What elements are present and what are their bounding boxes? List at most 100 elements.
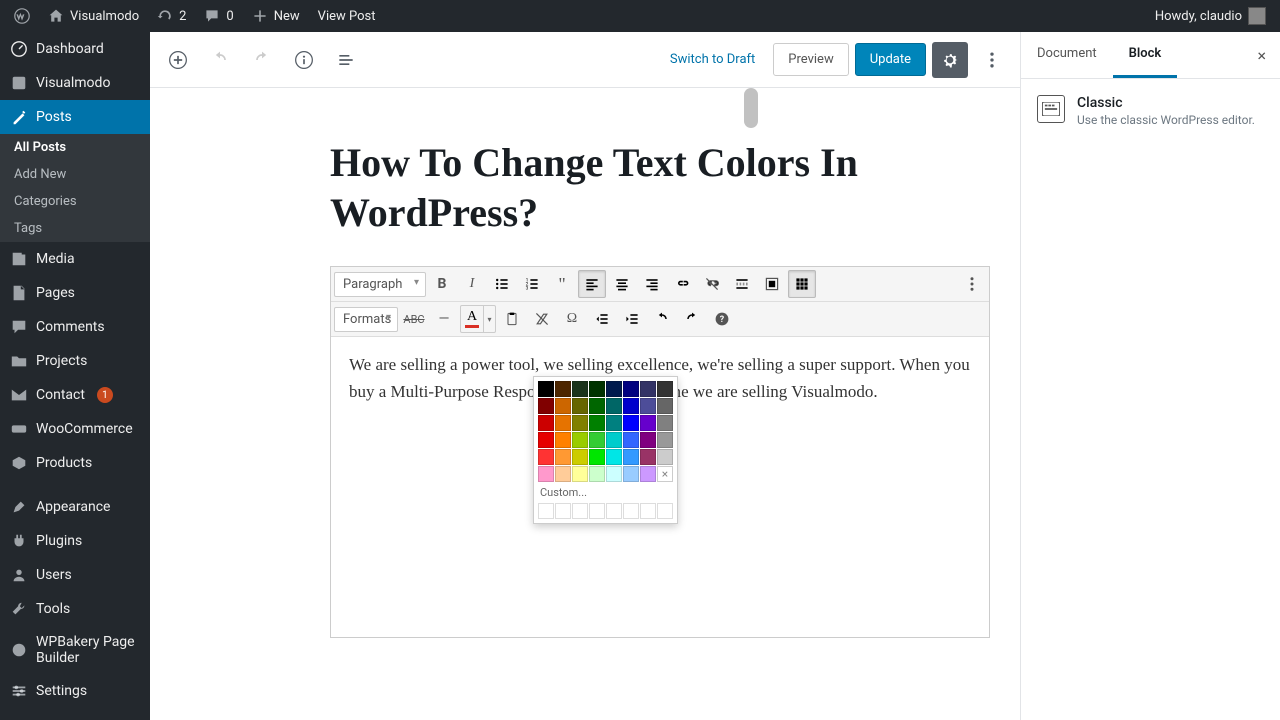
preview-button[interactable]: Preview xyxy=(773,43,848,76)
color-swatch[interactable] xyxy=(538,466,554,482)
link-button[interactable] xyxy=(668,270,696,298)
align-center-button[interactable] xyxy=(608,270,636,298)
custom-color-button[interactable]: Custom... xyxy=(538,482,673,503)
help-button[interactable]: ? xyxy=(708,305,736,333)
color-swatch[interactable] xyxy=(657,398,673,414)
outdent-button[interactable] xyxy=(588,305,616,333)
color-swatch[interactable] xyxy=(606,466,622,482)
color-swatch[interactable] xyxy=(640,449,656,465)
italic-button[interactable]: I xyxy=(458,270,486,298)
strikethrough-button[interactable]: ABC xyxy=(400,305,428,333)
menu-contact[interactable]: Contact1 xyxy=(0,378,150,412)
indent-button[interactable] xyxy=(618,305,646,333)
menu-pages[interactable]: Pages xyxy=(0,276,150,310)
readmore-button[interactable] xyxy=(728,270,756,298)
color-swatch[interactable] xyxy=(623,449,639,465)
settings-toggle[interactable] xyxy=(932,42,968,78)
submenu-categories[interactable]: Categories xyxy=(0,188,150,215)
color-swatch[interactable] xyxy=(572,415,588,431)
recent-slot[interactable] xyxy=(606,503,622,519)
recent-slot[interactable] xyxy=(623,503,639,519)
color-swatch[interactable] xyxy=(640,381,656,397)
recent-slot[interactable] xyxy=(538,503,554,519)
blockquote-button[interactable]: " xyxy=(548,270,576,298)
recent-slot[interactable] xyxy=(572,503,588,519)
color-swatch[interactable] xyxy=(657,449,673,465)
updates[interactable]: 2 xyxy=(149,0,194,32)
special-char-button[interactable]: Ω xyxy=(558,305,586,333)
unlink-button[interactable] xyxy=(698,270,726,298)
menu-users[interactable]: Users xyxy=(0,558,150,592)
menu-tools[interactable]: Tools xyxy=(0,592,150,626)
color-swatch[interactable] xyxy=(572,466,588,482)
recent-slot[interactable] xyxy=(657,503,673,519)
color-swatch[interactable] xyxy=(623,398,639,414)
toolbar-toggle-button[interactable] xyxy=(788,270,816,298)
paragraph-select[interactable]: Paragraph xyxy=(334,272,426,297)
color-swatch[interactable] xyxy=(623,466,639,482)
align-right-button[interactable] xyxy=(638,270,666,298)
my-account[interactable]: Howdy, claudio xyxy=(1147,0,1274,32)
color-swatch[interactable] xyxy=(555,432,571,448)
menu-woocommerce[interactable]: WooCommerce xyxy=(0,412,150,446)
submenu-all-posts[interactable]: All Posts xyxy=(0,134,150,161)
color-swatch[interactable] xyxy=(538,398,554,414)
view-post[interactable]: View Post xyxy=(310,0,384,32)
color-swatch[interactable] xyxy=(572,398,588,414)
color-swatch[interactable] xyxy=(589,449,605,465)
outline-button[interactable] xyxy=(328,42,364,78)
paste-button[interactable] xyxy=(498,305,526,333)
recent-slot[interactable] xyxy=(589,503,605,519)
formats-select[interactable]: Formats xyxy=(334,307,398,332)
color-swatch[interactable] xyxy=(555,466,571,482)
fullscreen-button[interactable] xyxy=(758,270,786,298)
menu-comments[interactable]: Comments xyxy=(0,310,150,344)
color-swatch[interactable] xyxy=(640,398,656,414)
color-swatch[interactable] xyxy=(572,381,588,397)
add-block-button[interactable] xyxy=(160,42,196,78)
text-color-dropdown[interactable]: ▾ xyxy=(483,306,495,332)
color-swatch[interactable] xyxy=(555,398,571,414)
bullet-list-button[interactable] xyxy=(488,270,516,298)
bold-button[interactable]: B xyxy=(428,270,456,298)
color-swatch[interactable] xyxy=(538,432,554,448)
color-swatch[interactable] xyxy=(640,466,656,482)
submenu-tags[interactable]: Tags xyxy=(0,215,150,242)
color-swatch[interactable] xyxy=(538,381,554,397)
more-options-button[interactable] xyxy=(974,42,1010,78)
site-name[interactable]: Visualmodo xyxy=(40,0,147,32)
color-swatch[interactable] xyxy=(623,381,639,397)
color-swatch[interactable] xyxy=(606,398,622,414)
clear-format-button[interactable] xyxy=(528,305,556,333)
color-swatch[interactable] xyxy=(657,415,673,431)
undo-button[interactable] xyxy=(202,42,238,78)
close-panel-button[interactable]: × xyxy=(1243,36,1280,75)
color-swatch[interactable] xyxy=(555,381,571,397)
color-swatch[interactable] xyxy=(572,432,588,448)
color-swatch[interactable] xyxy=(589,398,605,414)
align-left-button[interactable] xyxy=(578,270,606,298)
recent-slot[interactable] xyxy=(555,503,571,519)
menu-visualmodo[interactable]: Visualmodo xyxy=(0,66,150,100)
tab-document[interactable]: Document xyxy=(1021,32,1113,78)
recent-slot[interactable] xyxy=(640,503,656,519)
color-swatch[interactable] xyxy=(640,432,656,448)
text-color-button[interactable]: A ▾ xyxy=(460,305,496,333)
hr-button[interactable]: — xyxy=(430,305,458,333)
comments-bar[interactable]: 0 xyxy=(196,0,241,32)
color-swatch[interactable] xyxy=(657,432,673,448)
no-color-swatch[interactable]: × xyxy=(657,466,673,482)
text-color-apply[interactable]: A xyxy=(461,306,483,332)
menu-projects[interactable]: Projects xyxy=(0,344,150,378)
color-swatch[interactable] xyxy=(589,466,605,482)
menu-dashboard[interactable]: Dashboard xyxy=(0,32,150,66)
scrollbar-thumb[interactable] xyxy=(744,88,758,128)
submenu-add-new[interactable]: Add New xyxy=(0,161,150,188)
color-swatch[interactable] xyxy=(606,449,622,465)
color-swatch[interactable] xyxy=(538,449,554,465)
color-swatch[interactable] xyxy=(606,415,622,431)
new-content[interactable]: New xyxy=(244,0,308,32)
info-button[interactable] xyxy=(286,42,322,78)
menu-appearance[interactable]: Appearance xyxy=(0,490,150,524)
menu-wpbakery[interactable]: WPBakery Page Builder xyxy=(0,626,150,674)
